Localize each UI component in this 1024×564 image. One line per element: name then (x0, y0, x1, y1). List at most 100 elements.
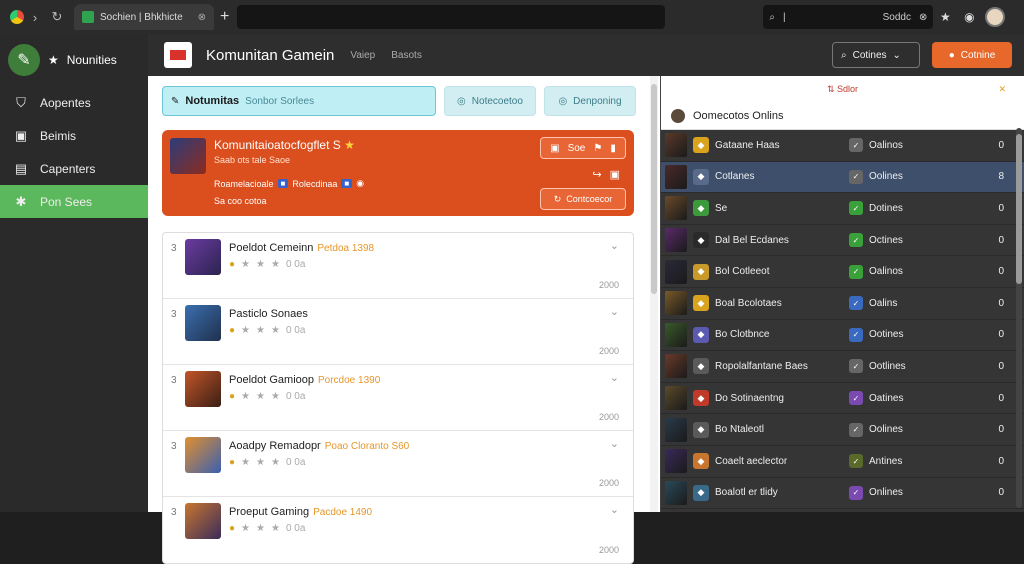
clear-search-icon[interactable]: ⊗ (919, 12, 927, 23)
status-icon: ✓ (849, 454, 863, 469)
online-scroll-thumb[interactable] (1016, 134, 1022, 284)
save-icon[interactable]: ▣ (610, 168, 620, 181)
online-count: 0 (998, 455, 1004, 467)
online-status-label: Octines (869, 234, 903, 246)
star-icon: ★ (241, 457, 251, 468)
reload-icon[interactable]: ↻ (46, 9, 68, 25)
star-icon: ★ (344, 138, 355, 152)
forward-icon[interactable]: › (24, 10, 46, 25)
chevron-down-icon[interactable]: ⌄ (610, 437, 619, 450)
search-field[interactable]: ⌕ | Soddc ⊗ (763, 5, 934, 29)
featured-card[interactable]: Komunitaioatocfogflet S ★ Saab ots tale … (162, 130, 634, 216)
tab-secondary-2[interactable]: ◎ Denponing (544, 86, 636, 116)
list-item[interactable]: 3 Poeldot Cemeinn Petdoa 1398 ● ★ ★ ★ 0 0a ⌄ … (163, 233, 633, 299)
chevron-down-icon[interactable]: ⌄ (610, 503, 619, 516)
list-score: 0 0a (285, 259, 306, 270)
star-icon: ★ (256, 391, 265, 402)
address-bar[interactable] (237, 5, 666, 29)
online-row[interactable]: ◆ Gataane Haas ✓ Oalinos 0 (661, 130, 1024, 162)
sidebar-item-2[interactable]: ▣ Beimis (0, 119, 148, 152)
featured-join-button[interactable]: ↻ Contcoecor (540, 188, 626, 210)
new-tab-button[interactable]: + (220, 8, 229, 26)
list-rank: 3 (171, 507, 177, 518)
header-link-1[interactable]: Vaiep (350, 50, 375, 61)
featured-title: Komunitaioatocfogflet S (214, 138, 341, 152)
status-icon: ✓ (849, 327, 863, 342)
online-row[interactable]: ◆ Bol Cotleeot ✓ Oalinos 0 (661, 256, 1024, 288)
avatar (665, 480, 687, 505)
online-row[interactable]: ◆ Boal Bcolotaes ✓ Oalins 0 (661, 288, 1024, 320)
sidebar-item-4[interactable]: ✱ Pon Sees (0, 185, 148, 218)
main-scrollbar[interactable] (650, 76, 658, 512)
grid-icon: ▤ (14, 160, 28, 176)
list-thumbnail (185, 239, 221, 275)
main-scroll-thumb[interactable] (651, 84, 657, 294)
online-row[interactable]: ◆ Cotlanes ✓ Oolines 8 (661, 161, 1024, 194)
online-row[interactable]: ◆ Dal Bel Ecdanes ✓ Octines 0 (661, 225, 1024, 257)
puzzle-icon: ✱ (15, 193, 27, 209)
status-icon: ✓ (849, 296, 863, 311)
online-name: Bo Ntaleotl (715, 424, 764, 436)
avatar (665, 164, 687, 189)
sidebar-item-1[interactable]: ⛉ Aopentes (0, 86, 148, 119)
chevron-down-icon: ⌄ (892, 49, 901, 61)
online-name: Boal Bcolotaes (715, 297, 782, 309)
chevron-down-icon[interactable]: ⌄ (610, 305, 619, 318)
list-thumbnail (185, 503, 221, 539)
tab-primary[interactable]: ✎ Notumitas Sonbor Sorlees (162, 86, 436, 116)
chevron-down-icon[interactable]: ⌄ (610, 239, 619, 252)
close-tab-icon[interactable]: ⊗ (198, 12, 206, 23)
online-row[interactable]: ◆ Bo Ntaleotl ✓ Oolines 0 (661, 414, 1024, 446)
app-header: Komunitan Gamein Vaiep Basots ⌕ Cotines … (148, 34, 1024, 76)
list-item[interactable]: 3 Proeput Gaming Pacdoe 1490 ● ★ ★ ★ 0 0a ⌄ 2… (163, 497, 633, 563)
game-icon: ◆ (693, 390, 709, 407)
online-count: 0 (998, 329, 1004, 341)
star-icon: ★ (241, 325, 251, 336)
sidebar-item-3[interactable]: ▤ Capenters (0, 152, 148, 185)
bookmark-star-icon[interactable]: ★ (933, 10, 957, 24)
list-item[interactable]: 3 Aoadpy Remadopr Poao Cloranto S60 ● ★ ★ ★ 0… (163, 431, 633, 497)
tab-secondary-2-label: Denponing (573, 95, 622, 107)
chevron-down-icon[interactable]: ⌄ (610, 371, 619, 384)
online-scrollbar[interactable] (1016, 128, 1022, 508)
header-select[interactable]: ⌕ Cotines ⌄ (832, 42, 920, 68)
profile-avatar[interactable] (985, 7, 1006, 27)
star-icon: ★ (270, 325, 280, 336)
online-row[interactable]: ◆ Boalotl er tlidy ✓ Onlines 0 (661, 478, 1024, 510)
extension-icon[interactable]: ◉ (957, 10, 981, 24)
list-tag: Poao Cloranto S60 (324, 441, 410, 452)
online-status-label: Oolines (869, 424, 903, 436)
online-name: Bo Clotbnce (715, 329, 770, 341)
tab-secondary-1[interactable]: ◎ Notecoetoo (444, 86, 536, 116)
list-count: 2000 (598, 346, 619, 356)
online-row[interactable]: ◆ Do Sotinaentng ✓ Oatines 0 (661, 383, 1024, 415)
star-icon: ★ (256, 457, 265, 468)
header-link-2[interactable]: Basots (391, 50, 422, 61)
shield-icon: ⛉ (16, 94, 26, 110)
tab-secondary-1-label: Notecoetoo (471, 95, 523, 107)
list-thumbnail (185, 371, 221, 407)
close-icon[interactable]: ✕ (998, 84, 1006, 95)
online-row[interactable]: ◆ Coaelt aeclector ✓ Antines 0 (661, 446, 1024, 478)
featured-actions[interactable]: ▣ Soe ⚑ ▮ (540, 137, 626, 159)
avatar (665, 354, 687, 379)
filter-tabs: ✎ Notumitas Sonbor Sorlees ◎ Notecoetoo … (162, 86, 636, 116)
online-row[interactable]: ◆ Ropolalfantane Baes ✓ Ootlines 0 (661, 351, 1024, 383)
share-icon[interactable]: ↪ (592, 168, 601, 181)
online-name: Dal Bel Ecdanes (715, 234, 789, 246)
online-row[interactable]: ◆ Se ✓ Dotines 0 (661, 193, 1024, 225)
list-item[interactable]: 3 Pasticlo Sonaes ● ★ ★ ★ 0 0a ⌄ 2000 (163, 299, 633, 365)
status-icon: ✓ (849, 485, 863, 500)
game-icon: ◆ (693, 137, 709, 154)
flag-icon: ⚑ (593, 142, 603, 154)
circle-icon: ◎ (558, 95, 568, 107)
browser-tab[interactable]: Sochien | Bhkhicte ⊗ (74, 4, 214, 30)
online-row[interactable]: ◆ Bo Clotbnce ✓ Ootines 0 (661, 320, 1024, 352)
online-count: 0 (998, 234, 1004, 246)
browser-logo-icon (10, 10, 24, 24)
status-icon: ✓ (849, 391, 863, 406)
sidebar-brand[interactable]: ✎ ★ Nounities (0, 34, 148, 86)
list-item[interactable]: 3 Poeldot Gamioop Porcdoe 1390 ● ★ ★ ★ 0 0a ⌄… (163, 365, 633, 431)
header-action-button[interactable]: ● Cotnine (932, 42, 1012, 68)
list-thumbnail (185, 305, 221, 341)
